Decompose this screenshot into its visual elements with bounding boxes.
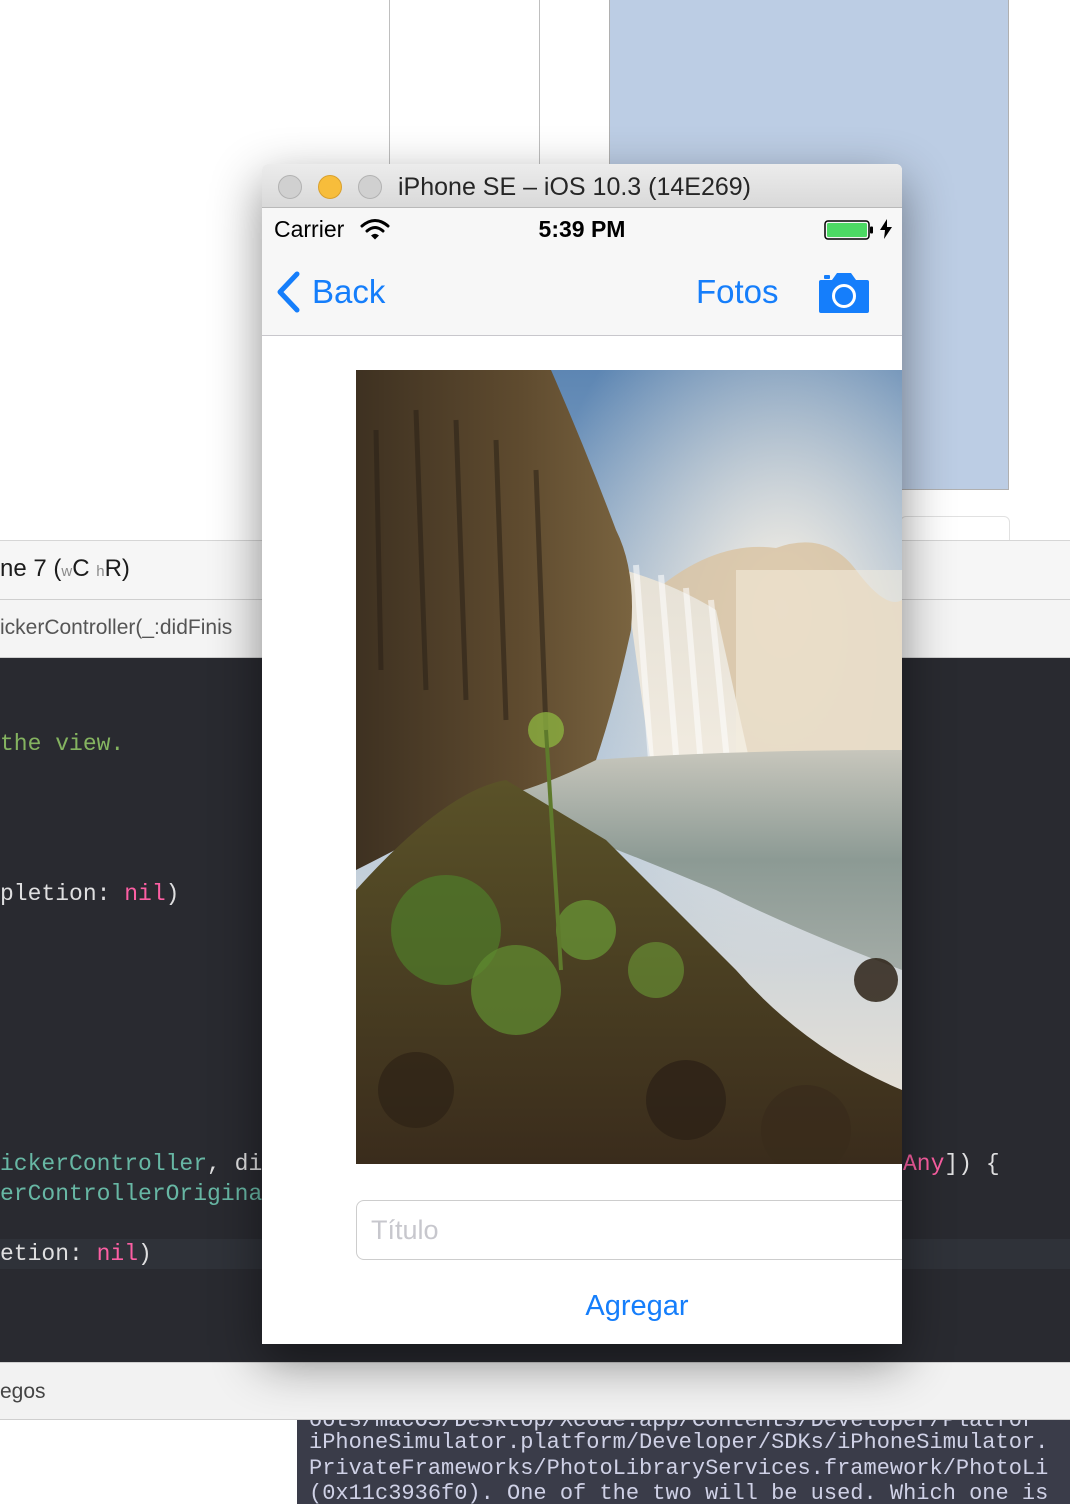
code-line: pletion: nil)	[0, 881, 180, 907]
status-time: 5:39 PM	[538, 216, 626, 242]
code-line: Any]) {	[903, 1151, 1000, 1177]
canvas-divider	[389, 0, 390, 165]
simulator-title: iPhone SE – iOS 10.3 (14E269)	[398, 173, 752, 201]
code-line: ickerController, di	[0, 1151, 263, 1177]
title-input[interactable]	[356, 1200, 902, 1260]
back-button[interactable]: Back	[276, 270, 385, 314]
simulator-window: iPhone SE – iOS 10.3 (14E269) Carrier 5:…	[262, 164, 902, 1344]
charging-bolt-icon	[880, 219, 892, 239]
console-line: PrivateFrameworks/PhotoLibraryServices.f…	[309, 1456, 1049, 1481]
battery-icon	[824, 220, 873, 240]
size-class-r: R)	[104, 555, 130, 582]
agregar-button[interactable]: Agregar	[262, 1290, 902, 1323]
debug-console[interactable]: oots/macOS/Desktop/Xcode.app/Contents/De…	[297, 1420, 1070, 1504]
code-line: etion: nil)	[0, 1241, 152, 1267]
console-line: iPhoneSimulator.platform/Developer/SDKs/…	[309, 1430, 1049, 1455]
fotos-button[interactable]: Fotos	[696, 273, 779, 311]
ios-status-bar: Carrier 5:39 PM	[262, 208, 902, 248]
chevron-left-icon	[277, 271, 300, 313]
code-comment: the view.	[0, 731, 125, 757]
device-config-label[interactable]: ne 7 (wC hR)	[0, 555, 130, 583]
debug-bar	[0, 1362, 1070, 1420]
simulator-titlebar[interactable]: iPhone SE – iOS 10.3 (14E269)	[262, 164, 902, 208]
jump-bar-method[interactable]: ickerController(_:didFinis	[0, 616, 232, 640]
size-class-c: C	[72, 555, 90, 582]
camera-icon[interactable]	[818, 270, 870, 314]
back-label: Back	[312, 273, 386, 310]
size-class-w: w	[61, 563, 73, 580]
content-area: Agregar	[262, 336, 902, 1344]
debug-bar-label: egos	[0, 1380, 46, 1403]
waterfall-photo[interactable]	[356, 370, 902, 1164]
navigation-bar: Back Fotos	[262, 248, 902, 336]
device-name: ne 7 (	[0, 555, 62, 582]
code-line: erControllerOrigina	[0, 1181, 263, 1207]
console-line: (0x11c3936f0). One of the two will be us…	[309, 1481, 1049, 1504]
size-class-h: h	[96, 563, 105, 580]
canvas-divider	[539, 0, 540, 165]
